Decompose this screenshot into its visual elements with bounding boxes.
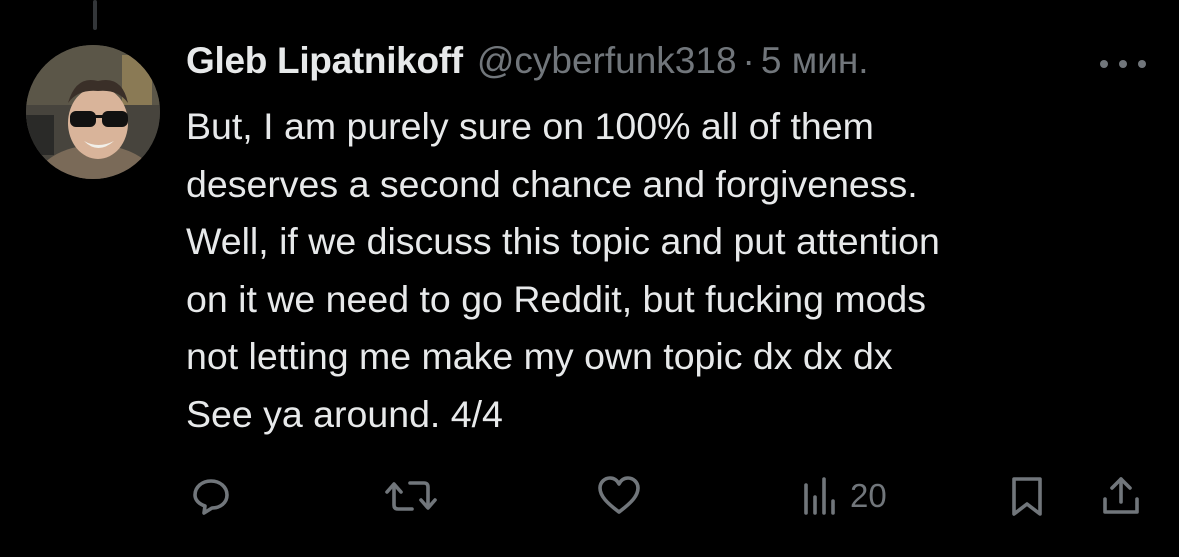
separator-dot: · [742,40,755,81]
tweet-text-line: not letting me make my own topic dx dx d… [186,335,893,377]
user-handle[interactable]: @cyberfunk318 [477,40,737,82]
more-options-icon[interactable] [1100,54,1146,74]
avatar[interactable] [26,45,160,179]
like-button[interactable] [595,468,643,524]
retweet-button[interactable] [384,468,438,524]
like-icon [598,476,640,514]
views-icon [804,477,835,515]
retweet-icon [385,481,437,511]
reply-icon [193,479,229,515]
timestamp[interactable]: 5 мин. [761,40,869,82]
tweet-text-line: on it we need to go Reddit, but fucking … [186,277,927,320]
tweet-text-line: deserves a second chance and forgiveness… [186,162,918,205]
tweet-actions-bar: 20 [0,468,1179,524]
tweet-text-line: Well, if we discuss this topic and put a… [186,220,940,262]
tweet[interactable]: Gleb Lipatnikoff @cyberfunk318 · 5 мин. … [186,40,1146,443]
tweet-text-line: See ya around. 4/4 [186,392,503,435]
bookmark-icon [1012,477,1042,516]
views-button[interactable]: 20 [802,468,887,524]
bookmark-button[interactable] [1008,468,1046,524]
thread-connector-line [93,0,97,30]
display-name[interactable]: Gleb Lipatnikoff [186,40,463,82]
tweet-header: Gleb Lipatnikoff @cyberfunk318 · 5 мин. [186,40,1146,94]
avatar-photo [26,45,160,179]
views-count: 20 [850,477,887,514]
share-icon [1103,477,1139,514]
share-button[interactable] [1100,468,1142,524]
tweet-text: But, I am purely sure on 100% all of the… [186,98,1146,443]
tweet-text-line: But, I am purely sure on 100% all of the… [186,105,874,147]
reply-button[interactable] [190,468,232,524]
